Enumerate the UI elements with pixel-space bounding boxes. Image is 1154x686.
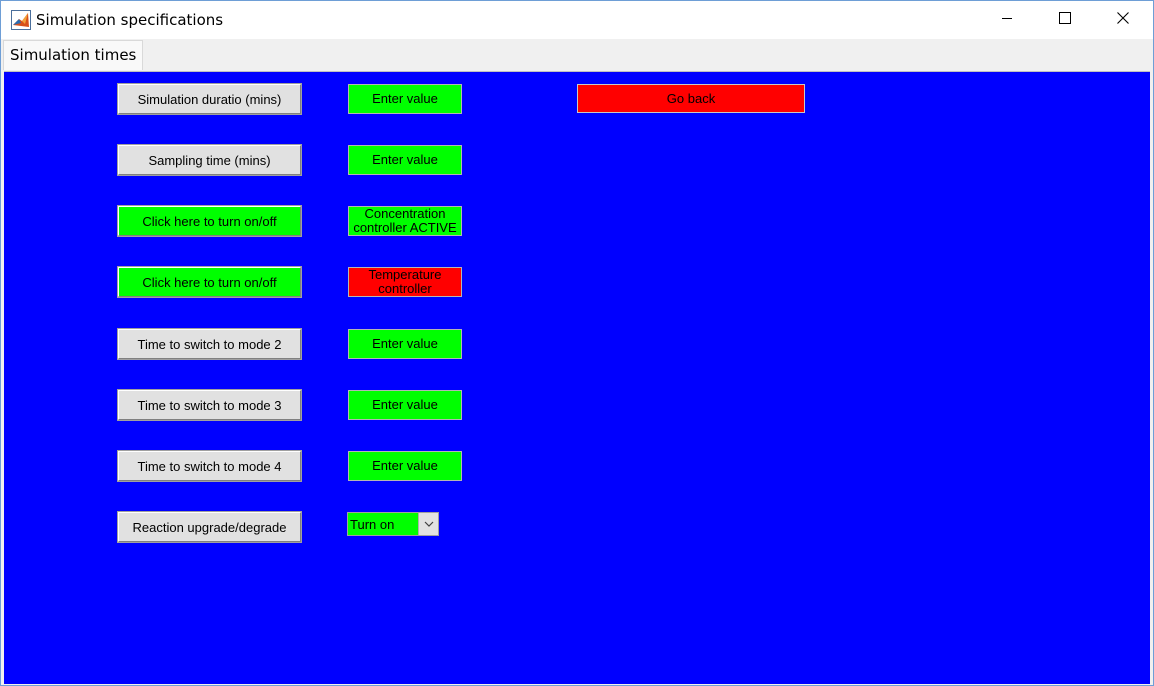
tab-simulation-times[interactable]: Simulation times bbox=[3, 40, 144, 70]
mode-3-switch-input[interactable]: Enter value bbox=[348, 390, 462, 420]
chevron-down-icon[interactable] bbox=[418, 513, 438, 535]
minimize-icon bbox=[1001, 11, 1013, 29]
reaction-mode-select[interactable]: Turn on bbox=[347, 512, 439, 536]
simulation-duration-input[interactable]: Enter value bbox=[348, 84, 462, 114]
select-value: Turn on bbox=[350, 517, 395, 532]
mode-2-switch-input[interactable]: Enter value bbox=[348, 329, 462, 359]
mode-4-switch-input[interactable]: Enter value bbox=[348, 451, 462, 481]
mode-2-switch-button[interactable]: Time to switch to mode 2 bbox=[118, 329, 301, 359]
concentration-controller-toggle-button[interactable]: Click here to turn on/off bbox=[118, 206, 301, 236]
app-window: Simulation specifications Simulation tim… bbox=[0, 0, 1154, 686]
window-title: Simulation specifications bbox=[36, 11, 224, 29]
reaction-upgrade-degrade-button[interactable]: Reaction upgrade/degrade bbox=[118, 512, 301, 542]
temperature-controller-status: Temperature controller bbox=[348, 267, 462, 297]
close-button[interactable] bbox=[1094, 1, 1152, 39]
simulation-times-panel: Simulation duratio (mins) Enter value Sa… bbox=[4, 71, 1150, 684]
mode-3-switch-button[interactable]: Time to switch to mode 3 bbox=[118, 390, 301, 420]
maximize-icon bbox=[1059, 11, 1071, 29]
mode-4-switch-button[interactable]: Time to switch to mode 4 bbox=[118, 451, 301, 481]
matlab-icon bbox=[11, 10, 31, 30]
concentration-controller-status: Concentration controller ACTIVE bbox=[348, 206, 462, 236]
sampling-time-input[interactable]: Enter value bbox=[348, 145, 462, 175]
title-bar: Simulation specifications bbox=[1, 1, 1153, 39]
temperature-controller-toggle-button[interactable]: Click here to turn on/off bbox=[118, 267, 301, 297]
go-back-button[interactable]: Go back bbox=[577, 84, 805, 113]
tab-label: Simulation times bbox=[10, 46, 137, 64]
close-icon bbox=[1117, 11, 1129, 29]
maximize-button[interactable] bbox=[1036, 1, 1094, 39]
sampling-time-button[interactable]: Sampling time (mins) bbox=[118, 145, 301, 175]
minimize-button[interactable] bbox=[978, 1, 1036, 39]
tab-strip: Simulation times bbox=[1, 39, 1153, 71]
simulation-duration-button[interactable]: Simulation duratio (mins) bbox=[118, 84, 301, 114]
